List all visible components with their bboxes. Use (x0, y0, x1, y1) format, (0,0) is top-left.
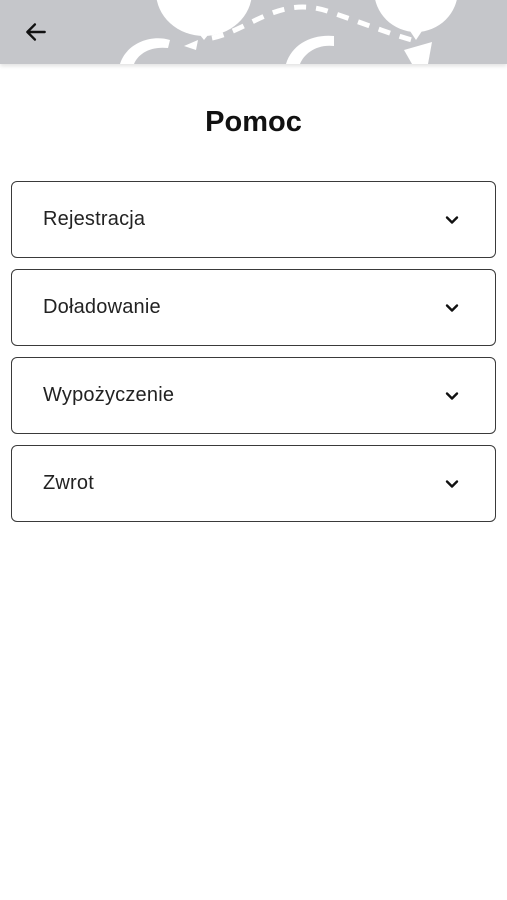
header-balloon-illustration (120, 0, 457, 64)
faq-item-zwrot[interactable]: Zwrot (11, 445, 496, 522)
faq-item-rejestracja[interactable]: Rejestracja (11, 181, 496, 258)
chevron-down-icon (444, 388, 460, 404)
back-button[interactable] (14, 10, 58, 54)
faq-item-label: Zwrot (43, 472, 94, 494)
faq-item-label: Rejestracja (43, 208, 146, 230)
app-header (0, 0, 507, 64)
chevron-down-icon (444, 476, 460, 492)
faq-item-label: Doładowanie (43, 296, 161, 318)
chevron-down-icon (444, 212, 460, 228)
faq-item-doladowanie[interactable]: Doładowanie (11, 269, 496, 346)
chevron-down-icon (444, 300, 460, 316)
page-title: Pomoc (205, 106, 302, 138)
arrow-left-icon (26, 23, 46, 41)
faq-item-label: Wypożyczenie (43, 384, 175, 406)
faq-list: Rejestracja Doładowanie Wypożyczenie Zwr… (0, 181, 507, 522)
faq-item-wypozyczenie[interactable]: Wypożyczenie (11, 357, 496, 434)
